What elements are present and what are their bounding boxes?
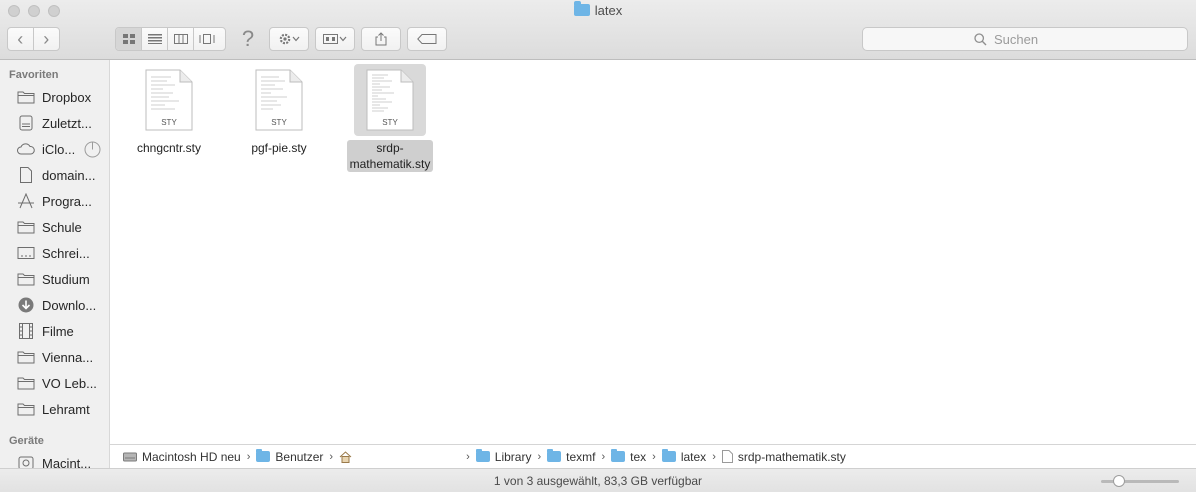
columns-icon [173, 34, 188, 44]
desktop-icon [17, 245, 35, 261]
back-button[interactable]: ‹ [8, 28, 34, 50]
folder-icon [17, 219, 35, 235]
window-title: latex [0, 1, 1196, 18]
download-icon [17, 297, 35, 313]
chevron-right-icon: › [652, 450, 656, 463]
path-item-current-file[interactable]: srdp-mathematik.sty [721, 450, 846, 464]
svg-text:STY: STY [382, 118, 398, 127]
tags-button[interactable] [407, 27, 447, 51]
chevron-right-icon: › [537, 450, 542, 463]
sty-document-icon: STY [354, 64, 426, 136]
action-menu-button[interactable] [269, 27, 309, 51]
icon-size-slider[interactable] [1101, 475, 1179, 487]
icon-view-button[interactable] [116, 28, 142, 50]
applications-icon [17, 193, 35, 209]
folder-icon [17, 271, 35, 287]
share-button[interactable] [361, 27, 401, 51]
arrange-icon [323, 34, 347, 44]
sidebar-item-filme[interactable]: Filme [17, 321, 109, 341]
file-item-srdp-mathematik[interactable]: STY srdp- mathematik.sty [335, 64, 445, 172]
list-view-button[interactable] [142, 28, 168, 50]
file-name: srdp- mathematik.sty [346, 140, 434, 172]
folder-icon [611, 449, 626, 462]
forward-button[interactable]: › [34, 28, 59, 50]
sidebar-item-schreibtisch[interactable]: Schrei... [17, 243, 109, 263]
file-icon-view: STY chngcntr.sty STY pgf-pie.sty STY srd… [110, 60, 1196, 444]
chevron-right-icon: › [601, 450, 606, 463]
home-icon [339, 450, 352, 463]
document-icon [721, 450, 733, 463]
column-view-button[interactable] [168, 28, 194, 50]
folder-icon [573, 1, 590, 16]
share-icon [375, 32, 387, 46]
path-item-home[interactable] [339, 450, 352, 463]
tag-icon [417, 34, 437, 44]
sidebar-item-recents[interactable]: Zuletzt... [17, 113, 109, 133]
sidebar-item-vienna[interactable]: Vienna... [17, 347, 109, 367]
sty-document-icon: STY [133, 64, 205, 136]
search-icon [974, 32, 987, 45]
sidebar-item-downloads[interactable]: Downlo... [17, 295, 109, 315]
sidebar-item-icloud[interactable]: iClo... [17, 139, 109, 159]
sidebar-item-dropbox[interactable]: Dropbox [17, 87, 109, 107]
sidebar-heading-favorites: Favoriten [9, 69, 59, 81]
coverflow-view-button[interactable] [194, 28, 220, 50]
chevron-right-icon: › [329, 450, 334, 463]
slider-knob[interactable] [1113, 475, 1125, 487]
chevron-right-icon: › [246, 450, 251, 463]
list-icon [147, 34, 162, 44]
chevron-right-icon: › [712, 450, 716, 463]
folder-icon [661, 449, 676, 462]
title-bar: latex ‹ › ? [0, 0, 1196, 60]
view-mode-segment [115, 27, 226, 51]
film-icon [17, 323, 35, 339]
sidebar-heading-devices: Geräte [9, 435, 44, 447]
folder-icon [547, 449, 562, 462]
recents-icon [17, 115, 35, 131]
status-bar: 1 von 3 ausgewählt, 83,3 GB verfügbar [0, 468, 1196, 492]
path-item-texmf[interactable]: texmf [547, 449, 595, 464]
path-item-benutzer[interactable]: Benutzer [256, 449, 323, 464]
status-text: 1 von 3 ausgewählt, 83,3 GB verfügbar [493, 473, 703, 488]
svg-text:STY: STY [161, 118, 177, 127]
navigation-buttons: ‹ › [7, 27, 60, 51]
document-icon [17, 167, 35, 183]
svg-text:STY: STY [271, 118, 287, 127]
sidebar-item-schule[interactable]: Schule [17, 217, 109, 237]
folder-icon [256, 449, 271, 462]
progress-pie-icon [84, 141, 101, 157]
sidebar-item-domain[interactable]: domain... [17, 165, 109, 185]
folder-icon [17, 375, 35, 391]
folder-icon [17, 349, 35, 365]
help-button[interactable]: ? [238, 26, 258, 51]
sidebar-item-programme[interactable]: Progra... [17, 191, 109, 211]
folder-icon [17, 401, 35, 417]
file-name: pgf-pie.sty [251, 141, 307, 155]
sty-document-icon: STY [243, 64, 315, 136]
path-item-library[interactable]: Library [475, 449, 531, 464]
search-field[interactable] [862, 27, 1188, 51]
sidebar: Favoriten Dropbox Zuletzt... iClo... dom… [0, 60, 110, 492]
search-input[interactable] [992, 30, 1076, 48]
harddisk-icon [123, 452, 137, 461]
gear-icon [279, 33, 300, 45]
path-item-latex[interactable]: latex [661, 449, 706, 464]
chevron-right-icon: › [466, 450, 470, 463]
sidebar-item-lehramt[interactable]: Lehramt [17, 399, 109, 419]
cloud-icon [17, 141, 35, 157]
grid-icon [122, 34, 135, 44]
sidebar-item-studium[interactable]: Studium [17, 269, 109, 289]
file-name: chngcntr.sty [136, 141, 202, 155]
path-item-macintosh-hd[interactable]: Macintosh HD neu [123, 450, 241, 464]
sidebar-item-vo-leb[interactable]: VO Leb... [17, 373, 109, 393]
folder-icon [475, 449, 490, 462]
arrange-menu-button[interactable] [315, 27, 355, 51]
file-item-chngcntr[interactable]: STY chngcntr.sty [114, 64, 224, 156]
folder-icon [17, 89, 35, 105]
path-item-tex[interactable]: tex [611, 449, 646, 464]
file-item-pgf-pie[interactable]: STY pgf-pie.sty [224, 64, 334, 156]
path-bar: Macintosh HD neu › Benutzer › › Library … [110, 444, 1196, 468]
coverflow-icon [199, 34, 215, 44]
